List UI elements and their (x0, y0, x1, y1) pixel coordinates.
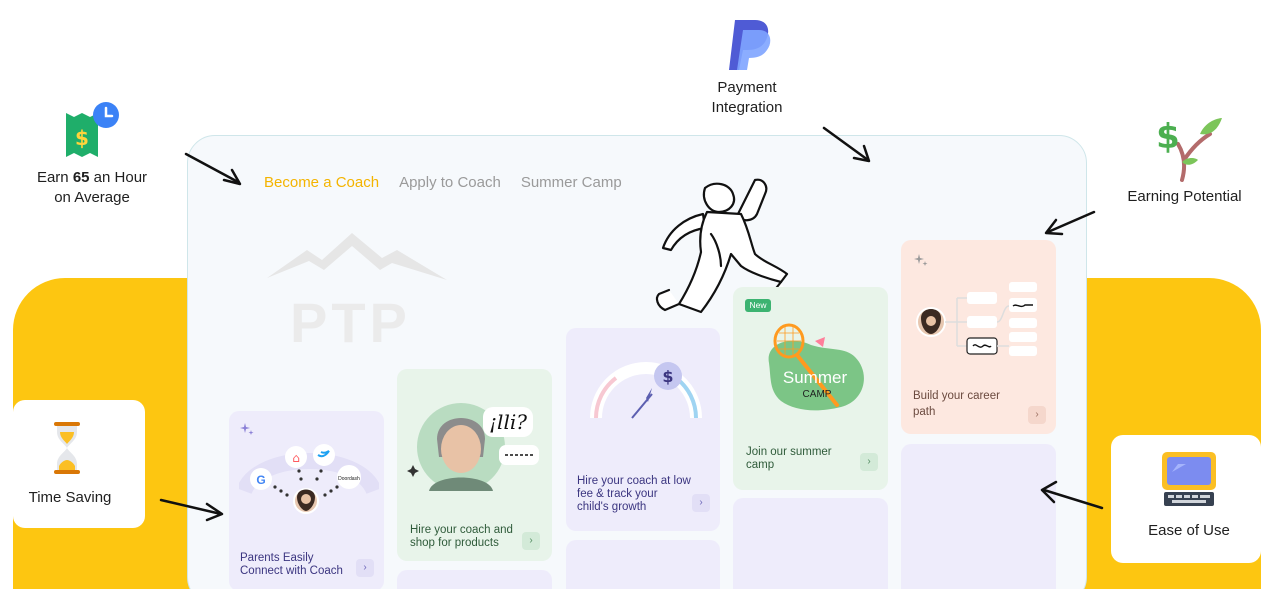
feature-ease-of-use: Ease of Use (1111, 521, 1267, 541)
computer-icon (1162, 452, 1216, 506)
card-label-line2: camp (746, 459, 775, 471)
card-placeholder (901, 444, 1056, 589)
svg-text:$: $ (662, 367, 673, 386)
paypal-icon (729, 20, 771, 70)
nav-become-coach[interactable]: Become a Coach (264, 174, 379, 191)
card-summer-camp[interactable]: New Summer CAMP Join our summer camp › (733, 287, 888, 490)
chevron-right-icon[interactable]: › (860, 453, 878, 471)
payment-line2: Integration (711, 99, 783, 116)
svg-text:¡lli?: ¡lli? (489, 410, 527, 434)
new-badge: New (745, 299, 771, 312)
camp-subtitle: CAMP (803, 389, 832, 400)
summer-camp-illustration: Summer CAMP (768, 323, 864, 411)
svg-text:$: $ (75, 126, 89, 150)
earning-label: Earning Potential (1127, 188, 1242, 205)
card-label-line2: shop for products (410, 537, 499, 549)
arrow-icon (1044, 210, 1096, 236)
nav-apply-coach[interactable]: Apply to Coach (399, 174, 501, 191)
card-placeholder (397, 570, 552, 589)
gauge-dollar-icon: $ (590, 362, 702, 419)
camp-title: Summer (783, 368, 848, 387)
nav-summer-camp[interactable]: Summer Camp (521, 174, 622, 191)
earn-line2: on Average (54, 189, 130, 206)
earn-prefix: Earn (36, 169, 73, 186)
feature-payment: Payment Integration (697, 78, 797, 118)
chevron-right-icon[interactable]: › (522, 532, 540, 550)
feature-earning-potential: Earning Potential (1112, 187, 1257, 207)
feature-earn: Earn 65 an Hour on Average (22, 168, 162, 208)
earn-amount: 65 (72, 169, 90, 186)
ease-label: Ease of Use (1148, 522, 1230, 539)
chevron-right-icon[interactable]: › (692, 494, 710, 512)
card-label-line1: Hire your coach at low (577, 475, 691, 487)
hourglass-icon (54, 422, 80, 474)
card-label-line2: fee & track your (577, 488, 658, 500)
time-label: Time Saving (28, 489, 112, 506)
money-plant-icon: $ (1156, 117, 1222, 182)
chevron-right-icon[interactable]: › (1028, 406, 1046, 424)
earn-suffix: an Hour (89, 169, 148, 186)
card-placeholder (566, 540, 720, 589)
svg-text:G: G (256, 473, 265, 487)
coach-portrait-illustration: ¡lli? (407, 403, 539, 491)
card-hire-fee[interactable]: $ Hire your coach at low fee & track you… (566, 328, 720, 531)
payment-line1: Payment (717, 79, 777, 96)
card-label-line1: Build your career (913, 390, 1000, 402)
svg-text:$: $ (1156, 117, 1180, 157)
card-label-line1: Parents Easily (240, 552, 314, 564)
card-hire-shop[interactable]: ¡lli? Hire your coach and shop for produ… (397, 369, 552, 561)
card-label-line1: Hire your coach and (410, 524, 513, 536)
card-label-line1: Join our summer (746, 446, 832, 458)
card-career-path[interactable]: Build your career path › (901, 240, 1056, 434)
card-label-line2: Connect with Coach (240, 565, 343, 577)
arrow-icon (822, 126, 871, 163)
card-label-line3: child's growth (577, 501, 647, 513)
card-label-line2: path (913, 406, 936, 418)
feature-time-saving: Time Saving (13, 488, 127, 508)
chevron-right-icon[interactable]: › (356, 559, 374, 577)
money-clock-icon: $ (66, 102, 119, 157)
ptp-logo-text: PTP (290, 291, 411, 354)
svg-text:Doordash: Doordash (338, 476, 360, 482)
connect-network-illustration: ⌂ G Doordash (239, 444, 379, 514)
svg-text:⌂: ⌂ (292, 451, 300, 465)
sparkle-icon (914, 254, 928, 266)
card-parents-connect[interactable]: ⌂ G Doordash Parents Easily Connect with… (229, 411, 384, 589)
arrow-icon (184, 152, 242, 186)
arrow-icon (159, 498, 224, 522)
career-flow-illustration (916, 282, 1037, 356)
arrow-icon (1040, 480, 1104, 510)
card-placeholder (733, 498, 888, 589)
top-nav: Become a Coach Apply to Coach Summer Cam… (264, 174, 622, 191)
